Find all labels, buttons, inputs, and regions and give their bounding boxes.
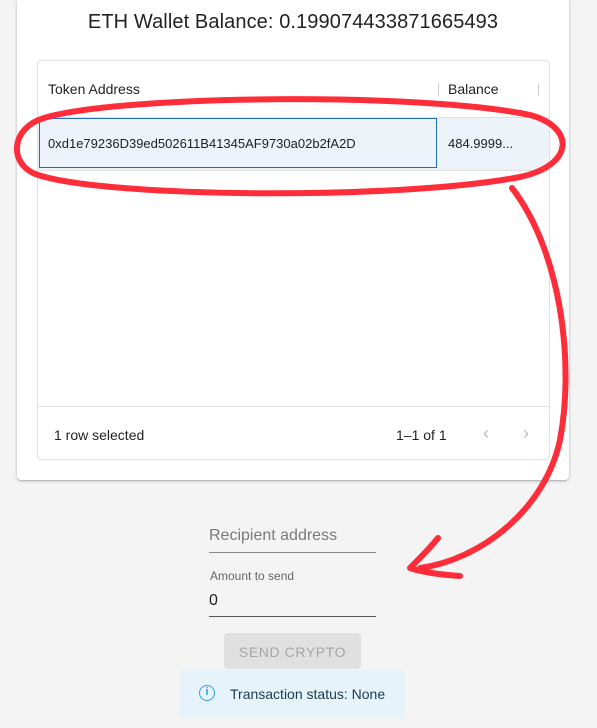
highlight-ellipse: [13, 96, 566, 197]
annotation-overlay: [13, 96, 569, 579]
annotation-arrow: [417, 185, 569, 571]
